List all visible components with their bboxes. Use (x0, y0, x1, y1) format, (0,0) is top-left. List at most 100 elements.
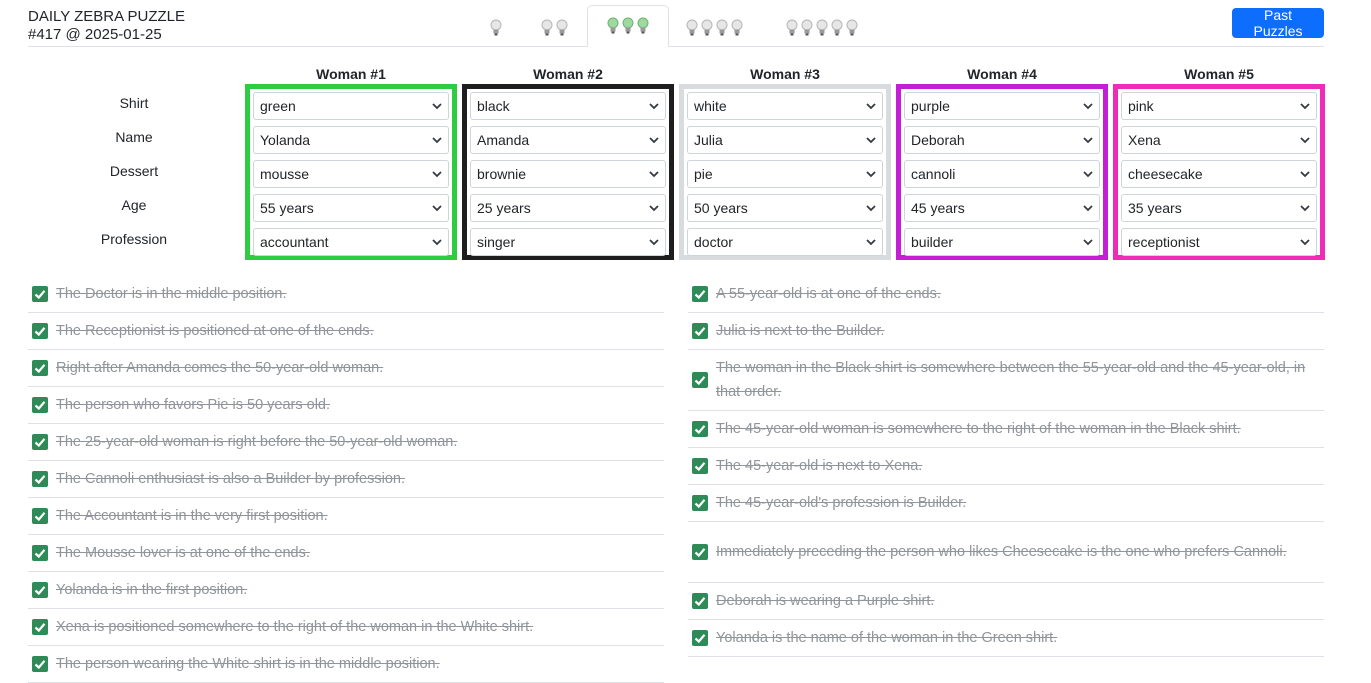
checkbox-checked-icon[interactable] (32, 545, 48, 561)
checkbox-checked-icon[interactable] (692, 372, 708, 388)
select-age-1[interactable]: 55 years (253, 194, 449, 222)
select-profession-3[interactable]: doctor (687, 228, 883, 256)
clue-item[interactable]: Yolanda is the name of the woman in the … (688, 620, 1324, 657)
checkbox-checked-icon[interactable] (692, 421, 708, 437)
select-shirt-1[interactable]: green (253, 92, 449, 120)
select-profession-2[interactable]: singer (470, 228, 666, 256)
checkbox-checked-icon[interactable] (32, 508, 48, 524)
checkbox-checked-icon[interactable] (32, 286, 48, 302)
select-value: purple (911, 98, 950, 114)
lightbulb-icon (637, 17, 649, 35)
past-puzzles-button[interactable]: Past Puzzles (1232, 7, 1324, 39)
clue-item[interactable]: A 55-year-old is at one of the ends. (688, 276, 1324, 313)
checkbox-checked-icon[interactable] (32, 323, 48, 339)
column-header-1: Woman #1 (316, 66, 386, 82)
select-name-1[interactable]: Yolanda (253, 126, 449, 154)
select-dessert-5[interactable]: cheesecake (1121, 160, 1317, 188)
select-dessert-4[interactable]: cannoli (904, 160, 1100, 188)
checkbox-checked-icon[interactable] (32, 471, 48, 487)
clue-text: A 55-year-old is at one of the ends. (716, 286, 941, 302)
checkbox-checked-icon[interactable] (692, 544, 708, 560)
clue-text: The person wearing the White shirt is in… (56, 656, 440, 672)
checkbox-checked-icon[interactable] (692, 458, 708, 474)
clue-item[interactable]: The 25-year-old woman is right before th… (28, 424, 664, 461)
clue-item[interactable]: Deborah is wearing a Purple shirt. (688, 583, 1324, 620)
chevron-down-icon (1083, 137, 1093, 144)
clue-text: The Accountant is in the very first posi… (56, 508, 328, 524)
select-shirt-4[interactable]: purple (904, 92, 1100, 120)
select-name-4[interactable]: Deborah (904, 126, 1100, 154)
checkbox-checked-icon[interactable] (32, 619, 48, 635)
column-3: white Julia pie 50 years doctor (679, 84, 891, 260)
checkbox-checked-icon[interactable] (692, 630, 708, 646)
select-age-3[interactable]: 50 years (687, 194, 883, 222)
lightbulb-icon (607, 17, 619, 35)
checkbox-checked-icon[interactable] (32, 434, 48, 450)
select-age-4[interactable]: 45 years (904, 194, 1100, 222)
select-value: 55 years (260, 200, 314, 216)
checkbox-checked-icon[interactable] (32, 656, 48, 672)
clue-item[interactable]: The person wearing the White shirt is in… (28, 646, 664, 683)
select-profession-1[interactable]: accountant (253, 228, 449, 256)
difficulty-tab-5[interactable] (772, 8, 872, 47)
clue-item[interactable]: The Mousse lover is at one of the ends. (28, 535, 664, 572)
difficulty-tab-2[interactable] (528, 8, 580, 47)
clue-item[interactable]: The Doctor is in the middle position. (28, 276, 664, 313)
lightbulb-icon (716, 19, 728, 37)
select-name-3[interactable]: Julia (687, 126, 883, 154)
clue-item[interactable]: Julia is next to the Builder. (688, 313, 1324, 350)
clue-item[interactable]: The woman in the Black shirt is somewher… (688, 350, 1324, 411)
chevron-down-icon (432, 171, 442, 178)
difficulty-tab-3[interactable] (587, 5, 669, 47)
clue-item[interactable]: The Accountant is in the very first posi… (28, 498, 664, 535)
clue-item[interactable]: Immediately preceding the person who lik… (688, 522, 1324, 583)
select-value: 35 years (1128, 200, 1182, 216)
select-shirt-3[interactable]: white (687, 92, 883, 120)
chevron-down-icon (1083, 205, 1093, 212)
clue-text: Right after Amanda comes the 50-year-old… (56, 360, 384, 376)
select-shirt-2[interactable]: black (470, 92, 666, 120)
clue-item[interactable]: The Cannoli enthusiast is also a Builder… (28, 461, 664, 498)
puzzle-title: DAILY ZEBRA PUZZLE #417 @ 2025-01-25 (28, 8, 185, 44)
clue-item[interactable]: The Receptionist is positioned at one of… (28, 313, 664, 350)
select-name-5[interactable]: Xena (1121, 126, 1317, 154)
checkbox-checked-icon[interactable] (692, 323, 708, 339)
row-label-name: Name (115, 129, 153, 145)
difficulty-tab-1[interactable] (476, 8, 516, 47)
select-dessert-3[interactable]: pie (687, 160, 883, 188)
select-shirt-5[interactable]: pink (1121, 92, 1317, 120)
select-dessert-1[interactable]: mousse (253, 160, 449, 188)
checkbox-checked-icon[interactable] (692, 593, 708, 609)
clue-list-right: A 55-year-old is at one of the ends. Juli… (688, 276, 1324, 657)
chevron-down-icon (1300, 239, 1310, 246)
checkbox-checked-icon[interactable] (692, 286, 708, 302)
checkbox-checked-icon[interactable] (32, 397, 48, 413)
select-age-2[interactable]: 25 years (470, 194, 666, 222)
checkbox-checked-icon[interactable] (32, 360, 48, 376)
select-name-2[interactable]: Amanda (470, 126, 666, 154)
select-age-5[interactable]: 35 years (1121, 194, 1317, 222)
checkbox-checked-icon[interactable] (32, 582, 48, 598)
select-profession-4[interactable]: builder (904, 228, 1100, 256)
chevron-down-icon (866, 103, 876, 110)
select-value: green (260, 98, 296, 114)
clue-item[interactable]: The 45-year-old is next to Xena. (688, 448, 1324, 485)
clue-item[interactable]: The 45-year-old woman is somewhere to th… (688, 411, 1324, 448)
clue-item[interactable]: The 45-year-old's profession is Builder. (688, 485, 1324, 522)
select-dessert-2[interactable]: brownie (470, 160, 666, 188)
clue-item[interactable]: The person who favors Pie is 50 years ol… (28, 387, 664, 424)
select-value: Yolanda (260, 132, 311, 148)
clue-text: Julia is next to the Builder. (716, 323, 885, 339)
clue-item[interactable]: Yolanda is in the first position. (28, 572, 664, 609)
clue-text: Deborah is wearing a Purple shirt. (716, 593, 935, 609)
select-profession-5[interactable]: receptionist (1121, 228, 1317, 256)
difficulty-tab-4[interactable] (674, 8, 754, 47)
clue-item[interactable]: Right after Amanda comes the 50-year-old… (28, 350, 664, 387)
checkbox-checked-icon[interactable] (692, 495, 708, 511)
column-5: pink Xena cheesecake 35 years receptionist (1113, 84, 1325, 260)
clue-text: The Mousse lover is at one of the ends. (56, 545, 310, 561)
chevron-down-icon (866, 239, 876, 246)
header: DAILY ZEBRA PUZZLE #417 @ 2025-01-25 Pas… (28, 5, 1324, 47)
select-value: Xena (1128, 132, 1161, 148)
clue-item[interactable]: Xena is positioned somewhere to the righ… (28, 609, 664, 646)
